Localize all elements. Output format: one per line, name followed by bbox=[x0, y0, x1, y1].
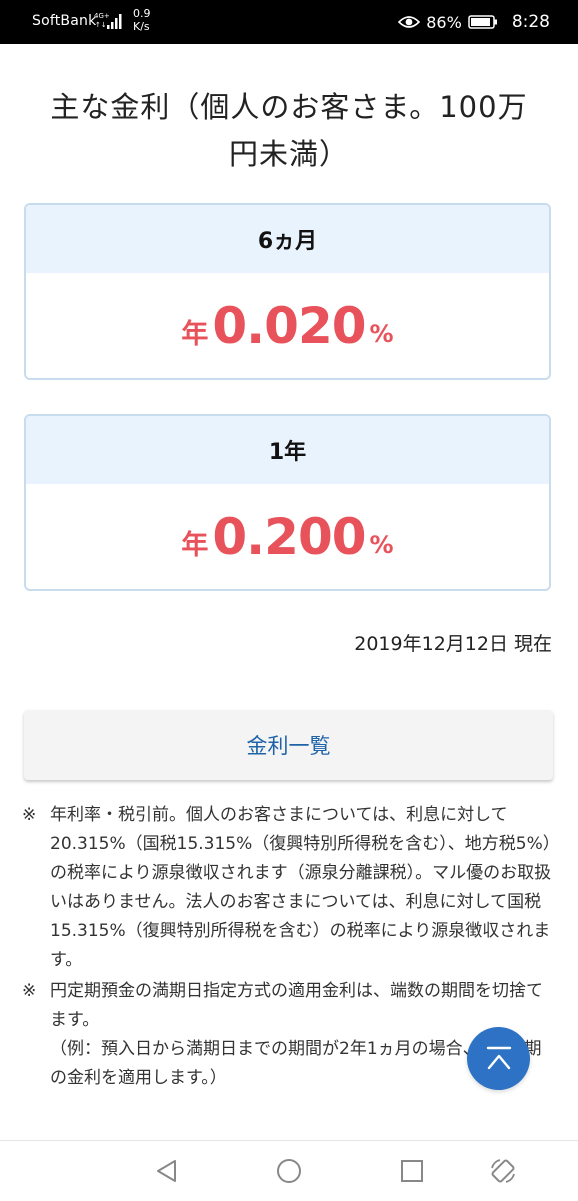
home-icon[interactable] bbox=[273, 1155, 305, 1187]
page-title-line2: 円未満） bbox=[228, 137, 349, 171]
note-line: 円定期預金の満期日指定方式の適用金利は、端数の期間を切捨てます。 bbox=[50, 981, 543, 1030]
chevron-up-icon bbox=[486, 1046, 511, 1069]
battery-icon bbox=[468, 14, 498, 30]
note-mark: ※ bbox=[22, 805, 37, 825]
rate-prefix: 年 bbox=[181, 530, 209, 561]
rate-value: 0.020 bbox=[212, 296, 366, 355]
network-speed: 0.9 K/s bbox=[133, 7, 151, 33]
network-speed-unit: K/s bbox=[133, 20, 150, 33]
rate-list-button[interactable]: 金利一覧 bbox=[24, 710, 553, 780]
page-title-line1: 主な金利（個人のお客さま。100万 bbox=[50, 90, 528, 124]
rate-value: 0.200 bbox=[212, 507, 366, 566]
note-text: 年利率・税引前。個人のお客さまについては、利息に対して20.315%（国税15.… bbox=[50, 801, 558, 975]
carrier-name: SoftBank bbox=[32, 13, 97, 29]
network-activity-label: ↑↓ bbox=[95, 21, 107, 29]
rotate-icon[interactable] bbox=[487, 1155, 519, 1187]
battery-percent: 86% bbox=[426, 12, 462, 32]
rate-prefix: 年 bbox=[181, 319, 209, 350]
note-mark: ※ bbox=[22, 981, 37, 1001]
back-to-top-button[interactable] bbox=[467, 1027, 530, 1090]
note-item: ※ 年利率・税引前。個人のお客さまについては、利息に対して20.315%（国税1… bbox=[22, 801, 558, 975]
back-icon[interactable] bbox=[151, 1155, 183, 1187]
note-line: 年利率・税引前。個人のお客さまについては、利息に対して20.315%（国税15.… bbox=[50, 805, 552, 970]
rate-card-value-row: 年 0.200 % bbox=[26, 484, 549, 589]
rate-card-term: 6ヵ月 bbox=[26, 205, 549, 273]
network-type-label: 4G+ bbox=[94, 12, 110, 20]
recents-icon[interactable] bbox=[396, 1155, 428, 1187]
rate-card-term: 1年 bbox=[26, 416, 549, 484]
eye-icon bbox=[398, 14, 421, 30]
rate-card-value-row: 年 0.020 % bbox=[26, 273, 549, 378]
rate-card-6-months: 6ヵ月 年 0.020 % bbox=[24, 203, 551, 380]
network-speed-value: 0.9 bbox=[133, 7, 151, 20]
signal-icon: 4G+ ↑↓ bbox=[94, 10, 124, 32]
as-of-date: 2019年12月12日 現在 bbox=[354, 633, 552, 655]
status-bar: SoftBank 4G+ ↑↓ 0.9 K/s 86% 8:28 bbox=[0, 0, 578, 44]
navigation-bar bbox=[0, 1140, 578, 1201]
rate-card-1-year: 1年 年 0.200 % bbox=[24, 414, 551, 591]
clock: 8:28 bbox=[511, 12, 550, 32]
rate-suffix: % bbox=[369, 319, 394, 348]
status-right-group: 86% 8:28 bbox=[398, 0, 550, 44]
page-title: 主な金利（個人のお客さま。100万 円未満） bbox=[20, 84, 558, 178]
rate-suffix: % bbox=[369, 530, 394, 559]
